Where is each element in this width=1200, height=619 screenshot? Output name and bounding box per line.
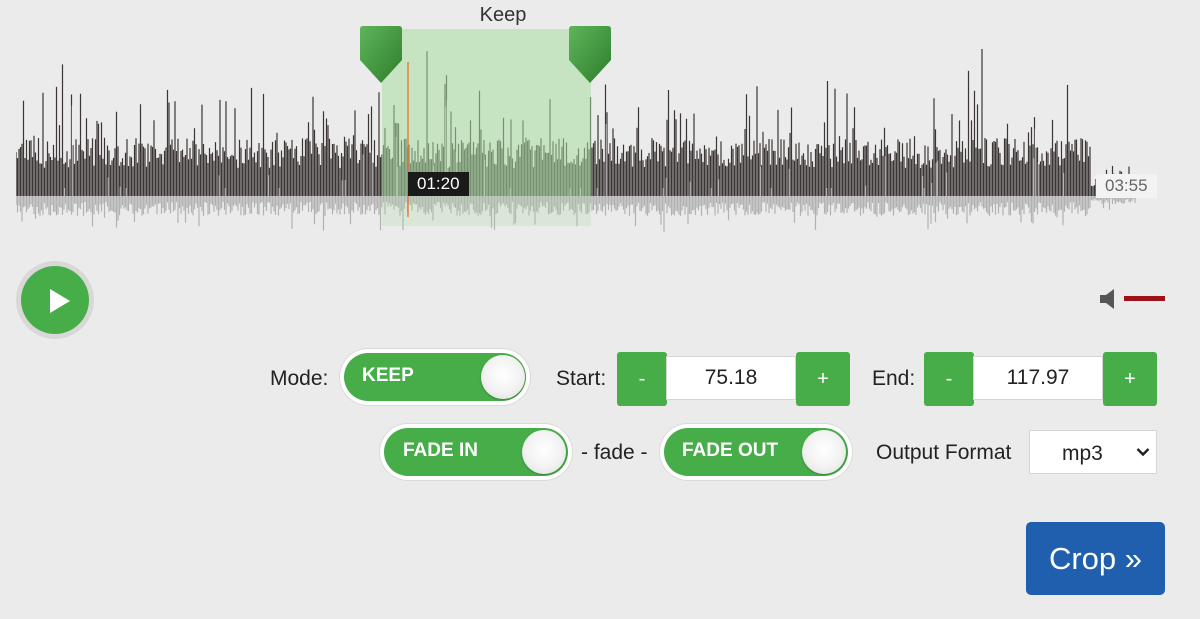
end-input[interactable]	[973, 356, 1103, 400]
output-format-select[interactable]: mp3	[1029, 430, 1157, 474]
fade-in-toggle-knob	[522, 430, 566, 474]
play-button-face	[21, 266, 89, 334]
end-decrement-button[interactable]: -	[924, 352, 974, 406]
play-button[interactable]	[16, 261, 94, 339]
end-label: End:	[872, 367, 916, 390]
fade-out-toggle-text: FADE OUT	[682, 440, 779, 461]
output-format-label: Output Format	[876, 441, 1012, 464]
region-label: Keep	[479, 4, 527, 26]
cursor-time-label: 01:20	[408, 172, 469, 196]
selected-region[interactable]	[382, 29, 591, 196]
mode-toggle-text: KEEP	[362, 365, 414, 386]
play-icon	[50, 289, 70, 313]
mode-toggle[interactable]: KEEP	[340, 349, 530, 405]
fade-out-toggle[interactable]: FADE OUT	[660, 424, 852, 480]
fade-in-toggle-text: FADE IN	[403, 440, 478, 461]
region-end-handle[interactable]	[569, 26, 611, 83]
mode-label: Mode:	[270, 367, 329, 390]
end-increment-button[interactable]: +	[1103, 352, 1157, 406]
region-start-handle[interactable]	[360, 26, 402, 83]
start-label: Start:	[556, 367, 607, 390]
duration-label: 03:55	[1096, 174, 1157, 198]
volume-slider[interactable]	[1124, 296, 1165, 301]
start-decrement-button[interactable]: -	[617, 352, 667, 406]
chevron-down-icon	[1136, 448, 1150, 457]
start-increment-button[interactable]: +	[796, 352, 850, 406]
fade-in-toggle[interactable]: FADE IN	[380, 424, 572, 480]
fade-out-toggle-knob	[802, 430, 846, 474]
waveform[interactable]: Keep 01:20 03:55	[16, 4, 1164, 240]
fade-separator: - fade -	[581, 441, 648, 464]
output-format-value: mp3	[1062, 442, 1103, 465]
mode-toggle-knob	[481, 355, 525, 399]
selected-region-reflection	[382, 196, 591, 226]
start-input[interactable]	[666, 356, 796, 400]
speaker-icon[interactable]	[1098, 288, 1118, 310]
crop-button[interactable]: Crop »	[1026, 522, 1165, 595]
